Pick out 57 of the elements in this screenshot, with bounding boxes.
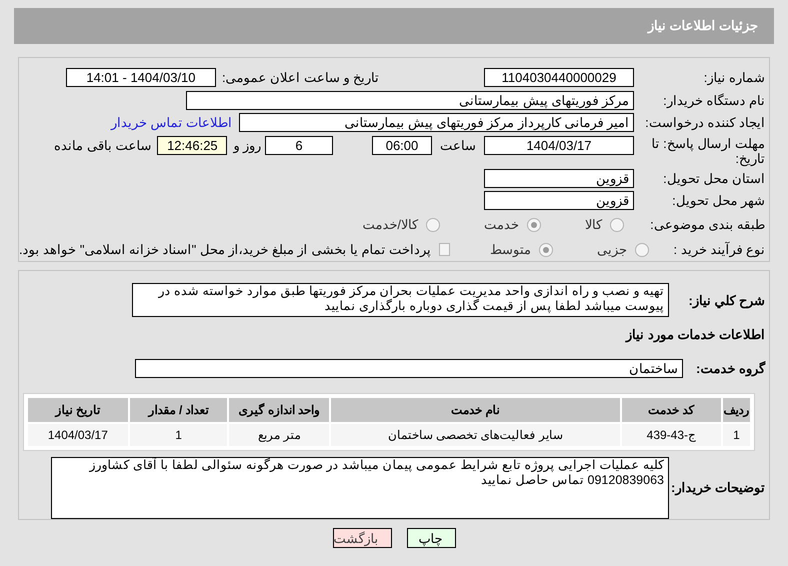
column-header: نام خدمت [331, 398, 620, 422]
radio-label: کالا [585, 216, 602, 234]
field-label: شرح کلي نياز: [687, 292, 765, 310]
column-header: واحد اندازه گیری [229, 398, 330, 422]
radio-label: متوسط [490, 241, 532, 260]
table-cell: 1404/03/17 [28, 424, 128, 446]
page-title: جزئیات اطلاعات نیاز [648, 17, 758, 36]
field-label: اطلاعات خدمات مورد نیاز [626, 327, 765, 342]
radio-button[interactable] [426, 218, 440, 232]
city-field: قزوین [484, 191, 634, 210]
field-label: پرداخت تمام یا بخشی از مبلغ خرید،از محل "اسناد خزانه اسلامی" خواهد بود. [19, 241, 432, 260]
service-group-field: ساختمان [135, 358, 683, 378]
radio-button[interactable] [527, 218, 541, 232]
days-field: 6 [265, 136, 333, 154]
radio-label: خدمت [484, 216, 519, 234]
radio-label: جزیی [597, 241, 628, 260]
buyer-org-field: مرکز فوریتهای پیش بیمارستانی [186, 90, 634, 110]
province-field: قزوین [484, 168, 634, 188]
column-header: ردیف [723, 398, 750, 422]
checkbox[interactable] [439, 243, 450, 256]
summary-textarea[interactable]: تهیه و نصب و راه اندازی واحد مدیریت عملیات بحران مرکز فوریتها طبق موارد خواسته شده در پیوست میباشد لطفا پس از قیمت گذاری دوباره بارگذاری نمایید [132, 283, 669, 317]
table-cell: ج-43-439 [622, 424, 722, 446]
field-label: گروه خدمت: [695, 360, 765, 378]
deadline-date-field: 1404/03/17 [484, 136, 634, 154]
column-header: تعداد / مقدار [130, 398, 228, 422]
need-number-field: 1104030440000029 [484, 68, 634, 88]
field-label: استان محل تحویل: [662, 170, 765, 188]
field-label: روز و [233, 136, 261, 154]
field-label: ساعت [440, 136, 476, 154]
print-button[interactable]: چاپ [406, 528, 456, 548]
radio-button[interactable] [635, 242, 650, 257]
field-label: نوع فرآیند خرید : [672, 240, 765, 260]
field-label: مهلت ارسال پاسخ: تا تاریخ: [650, 136, 765, 166]
column-header: تاریخ نیاز [28, 398, 128, 422]
radio-button[interactable] [610, 218, 624, 232]
table-cell: 1 [723, 424, 750, 446]
field-label: شهر محل تحویل: [671, 192, 765, 210]
radio-button[interactable] [539, 242, 554, 257]
field-label: تاریخ و ساعت اعلان عمومی: [222, 69, 379, 88]
field-label: ایجاد کننده درخواست: [644, 114, 765, 132]
table-cell: سایر فعالیت‌های تخصصی ساختمان [331, 424, 620, 446]
remaining-time-field: 12:46:25 [157, 136, 228, 154]
radio-label: کالا/خدمت [362, 216, 418, 234]
field-label: طبقه بندی موضوعی: [649, 216, 765, 234]
field-label: توضیحات خریدار: [670, 479, 765, 498]
column-header: کد خدمت [622, 398, 722, 422]
field-label: ساعت باقی مانده [54, 136, 152, 154]
field-label: شماره نیاز: [702, 69, 765, 88]
notes-textarea[interactable]: کلیه عملیات اجرایی پروژه تابع شرایط عمومی پیمان میباشد در صورت هرگونه سئوالی لطفا با آقای کشاورز 09120839063 تماس حاصل نمایید [51, 457, 669, 519]
back-button[interactable]: بازگشت [332, 528, 392, 548]
creator-field: امیر فرمانی کارپرداز مرکز فوریتهای پیش بیمارستانی [239, 113, 634, 132]
announce-date-field: 1404/03/10 - 14:01 [66, 68, 216, 88]
table-cell: متر مربع [229, 424, 330, 446]
table-cell: 1 [130, 424, 228, 446]
deadline-time-field: 06:00 [372, 136, 432, 154]
buyer-contact-link[interactable]: اطلاعات تماس خریدار [110, 113, 232, 132]
field-label: نام دستگاه خریدار: [662, 92, 765, 110]
